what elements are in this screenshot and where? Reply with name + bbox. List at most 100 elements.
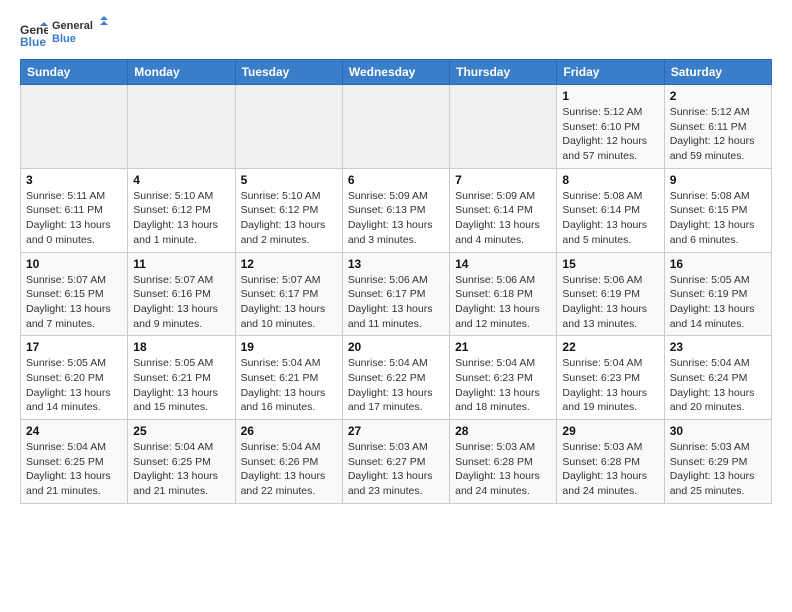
calendar-cell: 3 Sunrise: 5:11 AM Sunset: 6:11 PM Daylig… <box>21 168 128 252</box>
calendar-cell: 9 Sunrise: 5:08 AM Sunset: 6:15 PM Daylig… <box>664 168 771 252</box>
calendar-cell: 14Sunrise: 5:06 AM Sunset: 6:18 PM Dayli… <box>450 252 557 336</box>
day-info: Sunrise: 5:08 AM Sunset: 6:15 PM Dayligh… <box>670 189 766 248</box>
day-number: 16 <box>670 257 766 271</box>
calendar-cell: 20 Sunrise: 5:04 AM Sunset: 6:22 PM Dayli… <box>342 336 449 420</box>
day-info: Sunrise: 5:03 AM Sunset: 6:29 PM Dayligh… <box>670 440 766 499</box>
day-info: Sunrise: 5:07 AM Sunset: 6:17 PM Dayligh… <box>241 273 337 332</box>
day-info: Sunrise: 5:09 AM Sunset: 6:14 PM Dayligh… <box>455 189 551 248</box>
day-info: Sunrise: 5:08 AM Sunset: 6:14 PM Dayligh… <box>562 189 658 248</box>
day-info: Sunrise: 5:04 AM Sunset: 6:25 PM Dayligh… <box>26 440 122 499</box>
svg-text:Blue: Blue <box>52 33 76 45</box>
day-info: Sunrise: 5:07 AM Sunset: 6:16 PM Dayligh… <box>133 273 229 332</box>
day-info: Sunrise: 5:10 AM Sunset: 6:12 PM Dayligh… <box>241 189 337 248</box>
day-number: 1 <box>562 89 658 103</box>
day-number: 13 <box>348 257 444 271</box>
logo-graphic: General Blue <box>52 16 108 46</box>
day-number: 6 <box>348 173 444 187</box>
day-header-tuesday: Tuesday <box>235 60 342 85</box>
day-number: 5 <box>241 173 337 187</box>
day-info: Sunrise: 5:07 AM Sunset: 6:15 PM Dayligh… <box>26 273 122 332</box>
day-number: 22 <box>562 340 658 354</box>
calendar-cell <box>342 85 449 169</box>
calendar-cell: 16 Sunrise: 5:05 AM Sunset: 6:19 PM Dayli… <box>664 252 771 336</box>
calendar-cell: 13 Sunrise: 5:06 AM Sunset: 6:17 PM Dayli… <box>342 252 449 336</box>
day-info: Sunrise: 5:04 AM Sunset: 6:23 PM Dayligh… <box>562 356 658 415</box>
calendar-cell: 5 Sunrise: 5:10 AM Sunset: 6:12 PM Daylig… <box>235 168 342 252</box>
day-info: Sunrise: 5:04 AM Sunset: 6:25 PM Dayligh… <box>133 440 229 499</box>
day-info: Sunrise: 5:03 AM Sunset: 6:28 PM Dayligh… <box>562 440 658 499</box>
calendar-table: SundayMondayTuesdayWednesdayThursdayFrid… <box>20 59 772 504</box>
calendar-cell: 7Sunrise: 5:09 AM Sunset: 6:14 PM Daylig… <box>450 168 557 252</box>
day-header-friday: Friday <box>557 60 664 85</box>
calendar-cell: 4 Sunrise: 5:10 AM Sunset: 6:12 PM Daylig… <box>128 168 235 252</box>
calendar-cell: 28 Sunrise: 5:03 AM Sunset: 6:28 PM Dayli… <box>450 420 557 504</box>
day-info: Sunrise: 5:04 AM Sunset: 6:21 PM Dayligh… <box>241 356 337 415</box>
calendar-cell: 2 Sunrise: 5:12 AM Sunset: 6:11 PM Daylig… <box>664 85 771 169</box>
day-info: Sunrise: 5:05 AM Sunset: 6:20 PM Dayligh… <box>26 356 122 415</box>
day-info: Sunrise: 5:04 AM Sunset: 6:24 PM Dayligh… <box>670 356 766 415</box>
day-number: 25 <box>133 424 229 438</box>
day-header-sunday: Sunday <box>21 60 128 85</box>
calendar-cell <box>450 85 557 169</box>
calendar-cell: 8 Sunrise: 5:08 AM Sunset: 6:14 PM Daylig… <box>557 168 664 252</box>
day-info: Sunrise: 5:09 AM Sunset: 6:13 PM Dayligh… <box>348 189 444 248</box>
day-number: 27 <box>348 424 444 438</box>
day-info: Sunrise: 5:06 AM Sunset: 6:17 PM Dayligh… <box>348 273 444 332</box>
calendar-week-3: 10 Sunrise: 5:07 AM Sunset: 6:15 PM Dayli… <box>21 252 772 336</box>
calendar-week-5: 24 Sunrise: 5:04 AM Sunset: 6:25 PM Dayli… <box>21 420 772 504</box>
calendar-cell: 29 Sunrise: 5:03 AM Sunset: 6:28 PM Dayli… <box>557 420 664 504</box>
calendar-cell: 23Sunrise: 5:04 AM Sunset: 6:24 PM Dayli… <box>664 336 771 420</box>
day-info: Sunrise: 5:04 AM Sunset: 6:23 PM Dayligh… <box>455 356 551 415</box>
logo: General Blue General Blue <box>20 16 108 51</box>
calendar-week-4: 17 Sunrise: 5:05 AM Sunset: 6:20 PM Dayli… <box>21 336 772 420</box>
day-info: Sunrise: 5:03 AM Sunset: 6:27 PM Dayligh… <box>348 440 444 499</box>
calendar-cell: 19Sunrise: 5:04 AM Sunset: 6:21 PM Dayli… <box>235 336 342 420</box>
day-info: Sunrise: 5:03 AM Sunset: 6:28 PM Dayligh… <box>455 440 551 499</box>
header: General Blue General Blue <box>20 16 772 51</box>
day-info: Sunrise: 5:05 AM Sunset: 6:19 PM Dayligh… <box>670 273 766 332</box>
calendar-cell: 17 Sunrise: 5:05 AM Sunset: 6:20 PM Dayli… <box>21 336 128 420</box>
day-number: 21 <box>455 340 551 354</box>
day-info: Sunrise: 5:04 AM Sunset: 6:22 PM Dayligh… <box>348 356 444 415</box>
day-number: 2 <box>670 89 766 103</box>
day-info: Sunrise: 5:04 AM Sunset: 6:26 PM Dayligh… <box>241 440 337 499</box>
calendar-cell <box>128 85 235 169</box>
calendar-cell: 22 Sunrise: 5:04 AM Sunset: 6:23 PM Dayli… <box>557 336 664 420</box>
day-number: 24 <box>26 424 122 438</box>
calendar-cell: 1 Sunrise: 5:12 AM Sunset: 6:10 PM Daylig… <box>557 85 664 169</box>
calendar-cell: 27 Sunrise: 5:03 AM Sunset: 6:27 PM Dayli… <box>342 420 449 504</box>
day-info: Sunrise: 5:12 AM Sunset: 6:10 PM Dayligh… <box>562 105 658 164</box>
calendar-cell: 25 Sunrise: 5:04 AM Sunset: 6:25 PM Dayli… <box>128 420 235 504</box>
calendar-cell: 24 Sunrise: 5:04 AM Sunset: 6:25 PM Dayli… <box>21 420 128 504</box>
day-number: 28 <box>455 424 551 438</box>
calendar-cell: 18Sunrise: 5:05 AM Sunset: 6:21 PM Dayli… <box>128 336 235 420</box>
day-number: 4 <box>133 173 229 187</box>
calendar-week-2: 3 Sunrise: 5:11 AM Sunset: 6:11 PM Daylig… <box>21 168 772 252</box>
day-number: 17 <box>26 340 122 354</box>
day-number: 20 <box>348 340 444 354</box>
day-number: 3 <box>26 173 122 187</box>
day-number: 18 <box>133 340 229 354</box>
day-number: 10 <box>26 257 122 271</box>
calendar-cell <box>235 85 342 169</box>
calendar-cell: 26Sunrise: 5:04 AM Sunset: 6:26 PM Dayli… <box>235 420 342 504</box>
calendar-cell: 10 Sunrise: 5:07 AM Sunset: 6:15 PM Dayli… <box>21 252 128 336</box>
day-number: 29 <box>562 424 658 438</box>
day-number: 14 <box>455 257 551 271</box>
day-header-monday: Monday <box>128 60 235 85</box>
calendar-body: 1 Sunrise: 5:12 AM Sunset: 6:10 PM Daylig… <box>21 85 772 504</box>
day-number: 9 <box>670 173 766 187</box>
day-info: Sunrise: 5:11 AM Sunset: 6:11 PM Dayligh… <box>26 189 122 248</box>
calendar-cell: 15Sunrise: 5:06 AM Sunset: 6:19 PM Dayli… <box>557 252 664 336</box>
day-number: 8 <box>562 173 658 187</box>
day-header-saturday: Saturday <box>664 60 771 85</box>
calendar-cell: 6 Sunrise: 5:09 AM Sunset: 6:13 PM Daylig… <box>342 168 449 252</box>
day-info: Sunrise: 5:10 AM Sunset: 6:12 PM Dayligh… <box>133 189 229 248</box>
day-info: Sunrise: 5:12 AM Sunset: 6:11 PM Dayligh… <box>670 105 766 164</box>
calendar-header-row: SundayMondayTuesdayWednesdayThursdayFrid… <box>21 60 772 85</box>
calendar-cell <box>21 85 128 169</box>
svg-text:Blue: Blue <box>20 35 46 48</box>
day-number: 30 <box>670 424 766 438</box>
logo-icon: General Blue <box>20 20 48 48</box>
calendar-cell: 30 Sunrise: 5:03 AM Sunset: 6:29 PM Dayli… <box>664 420 771 504</box>
